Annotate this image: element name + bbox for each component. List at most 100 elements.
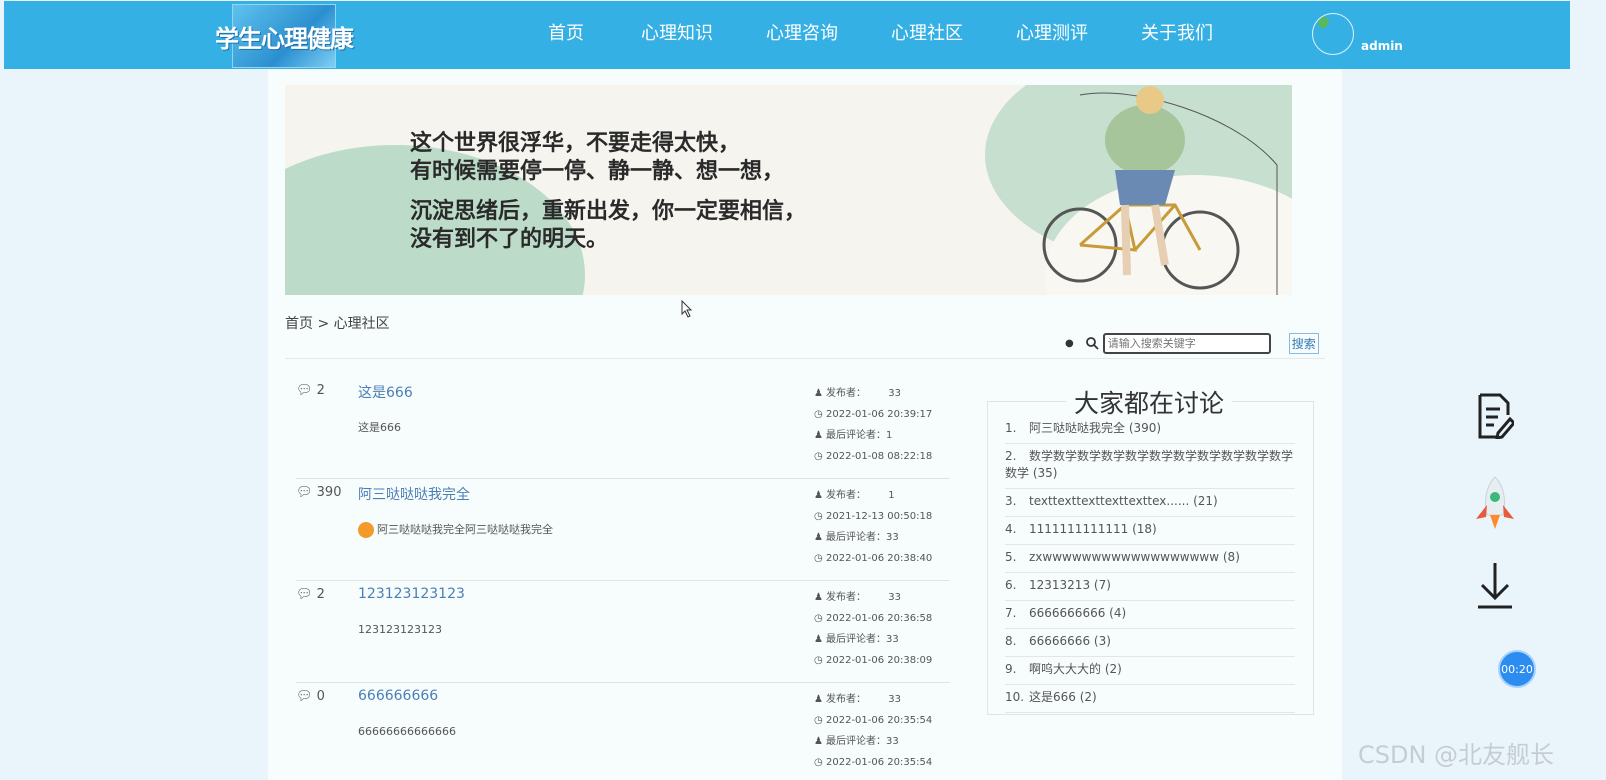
nav-about[interactable]: 关于我们: [1141, 19, 1213, 45]
post-row: 💬︎ 0 666666666 66666666666666 ♟ 发布者： 33 ◷…: [296, 683, 950, 780]
clock-icon: ◷: [814, 757, 823, 768]
post-excerpt: 阿三哒哒哒我完全阿三哒哒哒我完全: [358, 521, 553, 538]
user-icon: ♟: [814, 736, 823, 747]
download-icon[interactable]: [1476, 561, 1514, 611]
emoji-icon: [358, 522, 374, 538]
comment-count: 💬︎ 2: [296, 587, 325, 602]
clock-icon: ◷: [814, 613, 823, 624]
trending-title: 大家都在讨论: [1066, 384, 1233, 420]
post-row: 💬︎ 2 123123123123 123123123123 ♟ 发布者： 33 …: [296, 581, 950, 683]
divider: [285, 358, 1325, 359]
logo-text: 学生心理健康: [215, 24, 354, 53]
username[interactable]: admin: [1361, 39, 1403, 53]
clock-icon: ◷: [814, 409, 823, 420]
mouse-cursor-icon: [681, 300, 693, 318]
publisher-name[interactable]: 33: [888, 694, 901, 705]
publish-time: 2022-01-06 20:39:17: [826, 409, 933, 420]
timer-badge[interactable]: 00:20: [1498, 650, 1536, 688]
watermark: CSDN @北友舰长: [1358, 741, 1555, 769]
trending-item[interactable]: 10. 这是666 (2): [1005, 685, 1295, 713]
post-meta: ♟ 发布者： 33 ◷ 2022-01-06 20:36:58 ♟ 最后评论者：33 …: [814, 587, 932, 671]
last-comment-time: 2022-01-08 08:22:18: [826, 451, 933, 462]
comment-icon: 💬︎: [296, 689, 313, 704]
publish-time: 2021-12-13 00:50:18: [826, 511, 933, 522]
user-icon: ♟: [814, 694, 823, 705]
publish-time: 2022-01-06 20:35:54: [826, 715, 933, 726]
nav-home[interactable]: 首页: [548, 19, 584, 45]
trending-list: 1. 阿三哒哒哒我完全 (390) 2. 数学数学数学数学数学数学数学数学数学数学数学…: [1005, 416, 1295, 713]
post-meta: ♟ 发布者： 33 ◷ 2022-01-06 20:35:54 ♟ 最后评论者：33 …: [814, 689, 932, 773]
last-commenter[interactable]: 1: [886, 430, 892, 441]
last-commenter[interactable]: 33: [886, 532, 899, 543]
trending-item[interactable]: 5. zxwwwwwwwwwwwwwwwwww (8): [1005, 545, 1295, 573]
trending-item[interactable]: 3. texttexttexttexttexttex...... (21): [1005, 489, 1295, 517]
trending-item[interactable]: 9. 啊呜大大大的 (2): [1005, 657, 1295, 685]
bullet-dot: ●: [1065, 338, 1074, 349]
last-comment-time: 2022-01-06 20:38:40: [826, 553, 933, 564]
publisher-name[interactable]: 1: [888, 490, 894, 501]
user-icon: ♟: [814, 532, 823, 543]
search-input[interactable]: [1102, 333, 1271, 354]
trending-item[interactable]: 8. 66666666 (3): [1005, 629, 1295, 657]
nav-assessment[interactable]: 心理测评: [1016, 19, 1088, 45]
post-meta: ♟ 发布者： 1 ◷ 2021-12-13 00:50:18 ♟ 最后评论者：33 ◷…: [814, 485, 932, 569]
post-excerpt: 123123123123: [358, 623, 442, 636]
trending-panel: 1. 阿三哒哒哒我完全 (390) 2. 数学数学数学数学数学数学数学数学数学数学数学…: [987, 401, 1314, 715]
edit-document-icon[interactable]: [1476, 393, 1514, 439]
clock-icon: ◷: [814, 655, 823, 666]
post-row: 💬︎ 390 阿三哒哒哒我完全 阿三哒哒哒我完全阿三哒哒哒我完全 ♟ 发布者： 1…: [296, 479, 950, 581]
search-bar: ● 搜索: [1065, 333, 1319, 354]
cyclist-illustration: [1042, 86, 1278, 295]
banner-poem: 这个世界很浮华，不要走得太快， 有时候需要停一停、静一静、想一想， 沉淀思绪后，…: [410, 129, 806, 253]
clock-icon: ◷: [814, 553, 823, 564]
post-row: 💬︎ 2 这是666 这是666 ♟ 发布者： 33 ◷ 2022-01-06 20…: [296, 377, 950, 479]
comment-icon: 💬︎: [296, 383, 313, 398]
search-button[interactable]: 搜索: [1288, 333, 1319, 354]
trending-item[interactable]: 1. 阿三哒哒哒我完全 (390): [1005, 416, 1295, 444]
post-meta: ♟ 发布者： 33 ◷ 2022-01-06 20:39:17 ♟ 最后评论者：1 ◷…: [814, 383, 932, 467]
comment-count: 💬︎ 390: [296, 485, 342, 500]
banner-line: 有时候需要停一停、静一静、想一想，: [410, 158, 785, 184]
banner-line: 没有到不了的明天。: [410, 226, 609, 252]
clock-icon: ◷: [814, 451, 823, 462]
post-title[interactable]: 阿三哒哒哒我完全: [358, 484, 470, 504]
banner-line: 这个世界很浮华，不要走得太快，: [410, 130, 741, 156]
trending-item[interactable]: 7. 6666666666 (4): [1005, 601, 1295, 629]
comment-count: 💬︎ 2: [296, 383, 325, 398]
last-commenter[interactable]: 33: [886, 634, 899, 645]
rocket-icon[interactable]: [1472, 475, 1518, 531]
clock-icon: ◷: [814, 715, 823, 726]
post-title[interactable]: 666666666: [358, 688, 438, 704]
search-icon: [1085, 337, 1099, 350]
nav-knowledge[interactable]: 心理知识: [641, 19, 713, 45]
post-title[interactable]: 这是666: [358, 382, 413, 402]
clock-icon: ◷: [814, 511, 823, 522]
post-excerpt: 这是666: [358, 421, 401, 434]
user-icon: ♟: [814, 592, 823, 603]
breadcrumb[interactable]: 首页 > 心理社区: [285, 313, 390, 333]
nav-consult[interactable]: 心理咨询: [766, 19, 838, 45]
last-comment-time: 2022-01-06 20:38:09: [826, 655, 933, 666]
comment-count: 💬︎ 0: [296, 689, 325, 704]
publisher-name[interactable]: 33: [888, 592, 901, 603]
trending-item[interactable]: 2. 数学数学数学数学数学数学数学数学数学数学数学数学 (35): [1005, 444, 1295, 489]
nav-community[interactable]: 心理社区: [891, 19, 963, 45]
last-commenter[interactable]: 33: [886, 736, 899, 747]
user-icon: ♟: [814, 490, 823, 501]
post-excerpt: 66666666666666: [358, 725, 456, 738]
user-icon: ♟: [814, 430, 823, 441]
last-comment-time: 2022-01-06 20:35:54: [826, 757, 933, 768]
site-logo[interactable]: 学生心理健康: [215, 4, 354, 68]
publish-time: 2022-01-06 20:36:58: [826, 613, 933, 624]
banner-line: 沉淀思绪后，重新出发，你一定要相信，: [410, 198, 807, 224]
user-icon: ♟: [814, 634, 823, 645]
user-icon: ♟: [814, 388, 823, 399]
avatar[interactable]: [1312, 13, 1354, 55]
post-title[interactable]: 123123123123: [358, 586, 465, 602]
hero-banner: 这个世界很浮华，不要走得太快， 有时候需要停一停、静一静、想一想， 沉淀思绪后，…: [285, 85, 1292, 295]
comment-icon: 💬︎: [296, 587, 313, 602]
trending-item[interactable]: 4. 1111111111111 (18): [1005, 517, 1295, 545]
publisher-name[interactable]: 33: [888, 388, 901, 399]
comment-icon: 💬︎: [296, 485, 313, 500]
trending-item[interactable]: 6. 12313213 (7): [1005, 573, 1295, 601]
